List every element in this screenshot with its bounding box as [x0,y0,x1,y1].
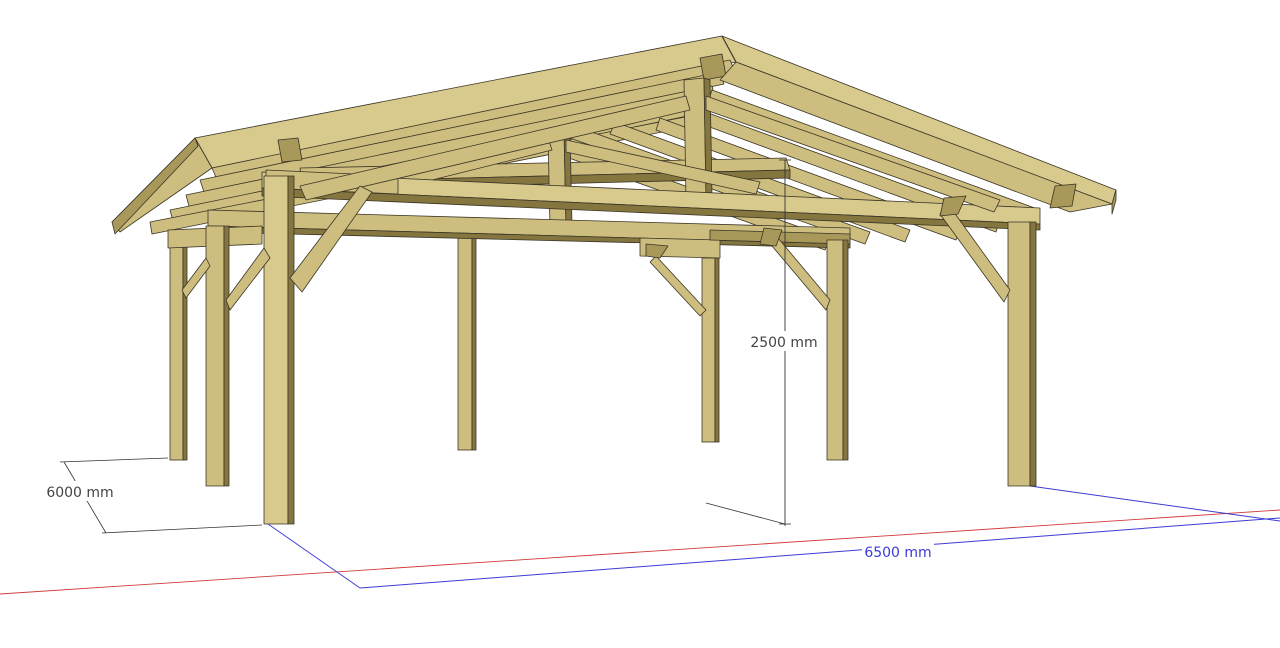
dimension-width: 6500 mm [267,517,1280,589]
post-right-front [826,239,849,461]
ground-axes [0,485,1280,595]
post-front-left [263,175,295,525]
height-dimension-label: 2500 mm [750,335,817,351]
sketchup-viewport[interactable]: 2500 mm 6000 mm 6500 mm [0,0,1280,648]
blue-axis-line [1029,485,1280,522]
depth-dimension-label: 6000 mm [46,485,113,501]
brace-front-left-left [225,247,271,311]
brace-back-right [649,255,707,317]
post-back-right [701,257,720,443]
red-axis-line [0,509,1280,595]
king-post-center [547,129,567,229]
width-dimension-label: 6500 mm [864,545,931,561]
post-left-rear [169,239,188,461]
post-back-center [457,224,477,451]
post-far-right [1007,221,1037,487]
back-posts [169,224,720,461]
